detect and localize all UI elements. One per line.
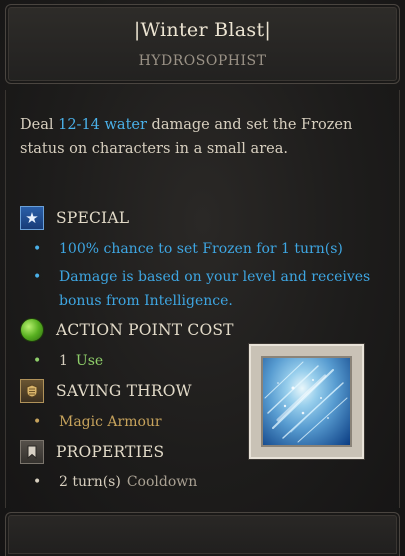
spell-school: HYDROSOPHIST	[138, 53, 267, 69]
winter-blast-spell-icon	[261, 356, 352, 447]
damage-highlight: 12-14 water	[58, 117, 147, 133]
green-orb-icon	[20, 318, 44, 342]
frost-streaks	[264, 361, 348, 443]
section-special: ★ SPECIAL	[20, 206, 129, 230]
tooltip-footer	[5, 512, 400, 556]
section-properties: PROPERTIES	[20, 440, 164, 464]
bullet-dot: •	[33, 414, 42, 430]
section-special-label: SPECIAL	[56, 209, 130, 227]
section-properties-label: PROPERTIES	[56, 443, 165, 461]
armour-icon	[20, 379, 44, 403]
star-icon: ★	[20, 206, 44, 230]
bullet-dot: •	[33, 474, 42, 490]
tooltip-header: |Winter Blast| HYDROSOPHIST	[5, 4, 400, 84]
section-saving-throw: SAVING THROW	[20, 379, 192, 403]
description-intro: Deal	[20, 117, 59, 133]
spell-description: Deal 12-14 water damage and set the Froz…	[20, 113, 380, 161]
section-action-point-cost: ACTION POINT COST	[20, 318, 234, 342]
bullet-dot: •	[33, 353, 42, 369]
bullet-dot: •	[33, 269, 42, 285]
bullet-dot: •	[33, 241, 42, 257]
bookmark-icon	[20, 440, 44, 464]
spell-tooltip: |Winter Blast| HYDROSOPHIST Deal 12-14 w…	[0, 0, 405, 556]
spell-icon-frame	[249, 344, 364, 459]
armour-glyph	[26, 384, 38, 398]
cooldown-label: Cooldown	[126, 474, 198, 490]
special-item-text: 100% chance to set Frozen for 1 turn(s)	[59, 241, 343, 257]
bookmark-glyph	[27, 445, 37, 460]
spell-title: |Winter Blast|	[133, 19, 272, 41]
properties-text: 2 turn(s) Cooldown	[59, 470, 389, 494]
ap-cost-unit: Use	[75, 353, 104, 369]
cooldown-value: 2 turn(s)	[59, 474, 121, 490]
section-saving-throw-label: SAVING THROW	[56, 382, 192, 400]
special-item-text: Damage is based on your level and receiv…	[59, 269, 371, 309]
section-ap-label: ACTION POINT COST	[56, 321, 234, 339]
ap-cost-value: 1	[59, 353, 68, 369]
